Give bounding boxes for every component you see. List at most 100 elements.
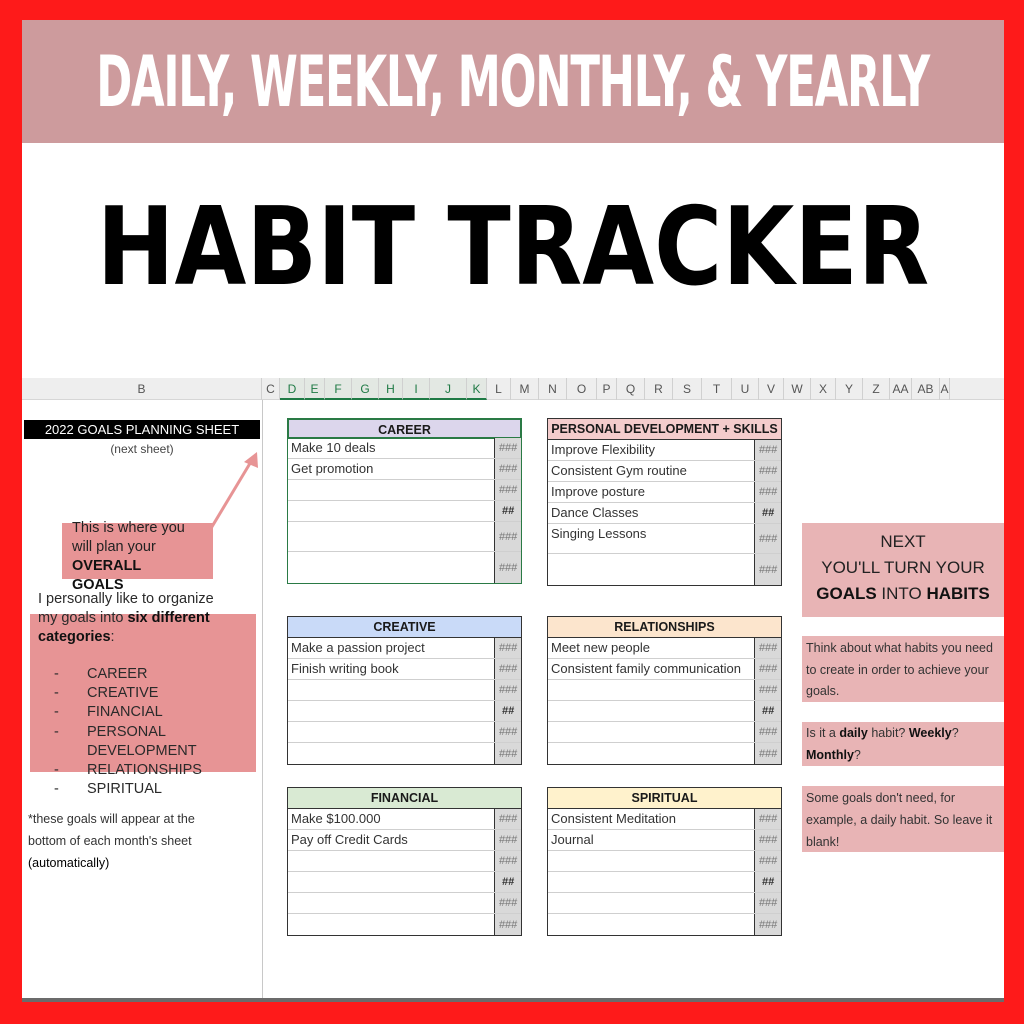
- count-cell[interactable]: ###: [494, 893, 521, 913]
- count-cell[interactable]: ##: [494, 701, 521, 721]
- goal-cell[interactable]: Improve Flexibility: [548, 440, 754, 460]
- count-cell[interactable]: ###: [494, 722, 521, 742]
- count-cell[interactable]: ###: [494, 552, 521, 583]
- column-header-f[interactable]: F: [325, 378, 352, 400]
- count-cell[interactable]: ###: [754, 524, 781, 553]
- goal-cell[interactable]: Journal: [548, 830, 754, 850]
- count-cell[interactable]: ##: [494, 501, 521, 521]
- category-header[interactable]: CREATIVE: [288, 617, 521, 638]
- goal-cell[interactable]: [288, 701, 494, 721]
- column-header-v[interactable]: V: [759, 378, 784, 400]
- column-header-i[interactable]: I: [403, 378, 430, 400]
- count-cell[interactable]: ###: [754, 722, 781, 742]
- count-cell[interactable]: ###: [494, 638, 521, 658]
- goal-cell[interactable]: [548, 893, 754, 913]
- count-cell[interactable]: ###: [494, 438, 521, 458]
- goal-cell[interactable]: [288, 552, 494, 583]
- column-header-g[interactable]: G: [352, 378, 379, 400]
- category-header[interactable]: CAREER: [287, 418, 522, 439]
- count-cell[interactable]: ###: [754, 461, 781, 481]
- count-cell[interactable]: ###: [754, 482, 781, 502]
- count-cell[interactable]: ###: [494, 743, 521, 764]
- column-header-s[interactable]: S: [673, 378, 702, 400]
- count-cell[interactable]: ##: [754, 503, 781, 523]
- column-header-aa[interactable]: AA: [890, 378, 912, 400]
- count-cell[interactable]: ###: [754, 809, 781, 829]
- goal-cell[interactable]: Improve posture: [548, 482, 754, 502]
- column-header-h[interactable]: H: [379, 378, 403, 400]
- column-header-p[interactable]: P: [597, 378, 617, 400]
- count-cell[interactable]: ###: [754, 638, 781, 658]
- horizontal-scrollbar[interactable]: [22, 998, 1004, 1002]
- goal-cell[interactable]: Consistent family communication: [548, 659, 754, 679]
- count-cell[interactable]: ##: [754, 701, 781, 721]
- goal-cell[interactable]: Dance Classes: [548, 503, 754, 523]
- goal-cell[interactable]: [288, 501, 494, 521]
- goal-cell[interactable]: [548, 851, 754, 871]
- column-header-k[interactable]: K: [467, 378, 487, 400]
- goal-cell[interactable]: Make a passion project: [288, 638, 494, 658]
- goal-cell[interactable]: [288, 914, 494, 935]
- goal-cell[interactable]: Finish writing book: [288, 659, 494, 679]
- goal-cell[interactable]: [548, 722, 754, 742]
- count-cell[interactable]: ###: [754, 893, 781, 913]
- column-header-ab[interactable]: AB: [912, 378, 940, 400]
- count-cell[interactable]: ###: [494, 809, 521, 829]
- goal-cell[interactable]: Singing Lessons: [548, 524, 754, 553]
- column-header-o[interactable]: O: [567, 378, 597, 400]
- goal-cell[interactable]: Make $100.000: [288, 809, 494, 829]
- count-cell[interactable]: ###: [754, 554, 781, 585]
- column-header-d[interactable]: D: [280, 378, 305, 400]
- count-cell[interactable]: ###: [754, 851, 781, 871]
- count-cell[interactable]: ###: [754, 914, 781, 935]
- goal-cell[interactable]: [288, 851, 494, 871]
- count-cell[interactable]: ###: [494, 914, 521, 935]
- goal-cell[interactable]: [288, 872, 494, 892]
- count-cell[interactable]: ###: [754, 680, 781, 700]
- count-cell[interactable]: ###: [494, 830, 521, 850]
- count-cell[interactable]: ###: [494, 459, 521, 479]
- goal-cell[interactable]: [548, 872, 754, 892]
- count-cell[interactable]: ###: [754, 743, 781, 764]
- goal-cell[interactable]: [288, 743, 494, 764]
- count-cell[interactable]: ###: [494, 480, 521, 500]
- goal-cell[interactable]: [548, 914, 754, 935]
- goal-cell[interactable]: [548, 554, 754, 585]
- count-cell[interactable]: ##: [494, 872, 521, 892]
- column-header-b[interactable]: B: [22, 378, 262, 400]
- column-header-r[interactable]: R: [645, 378, 673, 400]
- goal-cell[interactable]: [548, 743, 754, 764]
- count-cell[interactable]: ##: [754, 872, 781, 892]
- category-header[interactable]: SPIRITUAL: [548, 788, 781, 809]
- category-header[interactable]: PERSONAL DEVELOPMENT + SKILLS: [548, 419, 781, 440]
- count-cell[interactable]: ###: [494, 522, 521, 551]
- column-header-j[interactable]: J: [430, 378, 467, 400]
- column-header-a[interactable]: A: [940, 378, 950, 400]
- column-header-c[interactable]: C: [262, 378, 280, 400]
- goal-cell[interactable]: Consistent Meditation: [548, 809, 754, 829]
- column-header-q[interactable]: Q: [617, 378, 645, 400]
- goal-cell[interactable]: Meet new people: [548, 638, 754, 658]
- category-header[interactable]: RELATIONSHIPS: [548, 617, 781, 638]
- column-header-m[interactable]: M: [511, 378, 539, 400]
- category-header[interactable]: FINANCIAL: [288, 788, 521, 809]
- column-header-t[interactable]: T: [702, 378, 732, 400]
- column-header-e[interactable]: E: [305, 378, 325, 400]
- count-cell[interactable]: ###: [494, 659, 521, 679]
- goal-cell[interactable]: Get promotion: [288, 459, 494, 479]
- count-cell[interactable]: ###: [754, 440, 781, 460]
- goal-cell[interactable]: [548, 701, 754, 721]
- count-cell[interactable]: ###: [754, 659, 781, 679]
- goal-cell[interactable]: Make 10 deals: [288, 438, 494, 458]
- goal-cell[interactable]: [288, 480, 494, 500]
- column-header-x[interactable]: X: [811, 378, 836, 400]
- goal-cell[interactable]: [288, 893, 494, 913]
- goal-cell[interactable]: [288, 722, 494, 742]
- count-cell[interactable]: ###: [494, 851, 521, 871]
- goal-cell[interactable]: Pay off Credit Cards: [288, 830, 494, 850]
- goal-cell[interactable]: Consistent Gym routine: [548, 461, 754, 481]
- count-cell[interactable]: ###: [494, 680, 521, 700]
- goal-cell[interactable]: [288, 522, 494, 551]
- column-header-n[interactable]: N: [539, 378, 567, 400]
- column-header-w[interactable]: W: [784, 378, 811, 400]
